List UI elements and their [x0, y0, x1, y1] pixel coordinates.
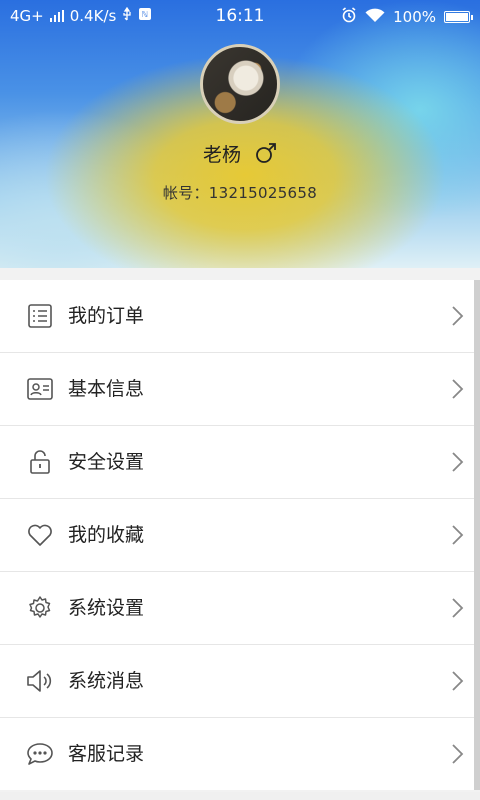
status-bar: 4G+ 0.4K/s ℕ 16:11 100% [0, 0, 480, 32]
menu-item-label: 系统设置 [68, 597, 145, 619]
menu-item-label: 我的订单 [68, 305, 145, 327]
menu-item-label: 基本信息 [68, 378, 145, 400]
chevron-right-icon [452, 744, 464, 764]
menu-item-service-records[interactable]: 客服记录 [0, 718, 474, 790]
battery-percent: 100% [393, 8, 436, 26]
profile-header: 4G+ 0.4K/s ℕ 16:11 100% 老杨 帐号：1321502565… [0, 0, 480, 268]
gear-icon [26, 596, 54, 620]
menu-item-label: 安全设置 [68, 451, 145, 473]
id-card-icon [26, 377, 54, 401]
order-list-icon [26, 304, 54, 328]
menu-item-label: 客服记录 [68, 743, 145, 765]
chevron-right-icon [452, 306, 464, 326]
menu-item-system-messages[interactable]: 系统消息 [0, 645, 474, 718]
chevron-right-icon [452, 452, 464, 472]
menu-item-label: 我的收藏 [68, 524, 145, 546]
male-gender-icon [255, 142, 277, 169]
bottom-edge [0, 792, 480, 800]
alarm-icon [341, 7, 357, 27]
user-name: 老杨 [202, 144, 241, 166]
heart-icon [26, 523, 54, 547]
lock-icon [26, 450, 54, 474]
chevron-right-icon [452, 598, 464, 618]
avatar[interactable] [200, 44, 280, 124]
menu-item-security[interactable]: 安全设置 [0, 426, 474, 499]
chevron-right-icon [452, 379, 464, 399]
chevron-right-icon [452, 525, 464, 545]
chevron-right-icon [452, 671, 464, 691]
menu-item-basic-info[interactable]: 基本信息 [0, 353, 474, 426]
scrollbar[interactable] [474, 280, 480, 790]
battery-icon [444, 11, 473, 23]
menu-item-favorites[interactable]: 我的收藏 [0, 499, 474, 572]
user-name-row: 老杨 [0, 140, 480, 169]
menu-item-label: 系统消息 [68, 670, 145, 692]
speaker-icon [26, 669, 54, 693]
wifi-icon [365, 8, 385, 27]
menu-item-system-settings[interactable]: 系统设置 [0, 572, 474, 645]
chat-bubble-icon [26, 742, 54, 766]
account-number: 帐号：13215025658 [162, 184, 318, 202]
menu-list: 我的订单 基本信息 安全设置 我的收藏 系统设置 系统消息 客服记录 [0, 280, 474, 790]
menu-item-orders[interactable]: 我的订单 [0, 280, 474, 353]
